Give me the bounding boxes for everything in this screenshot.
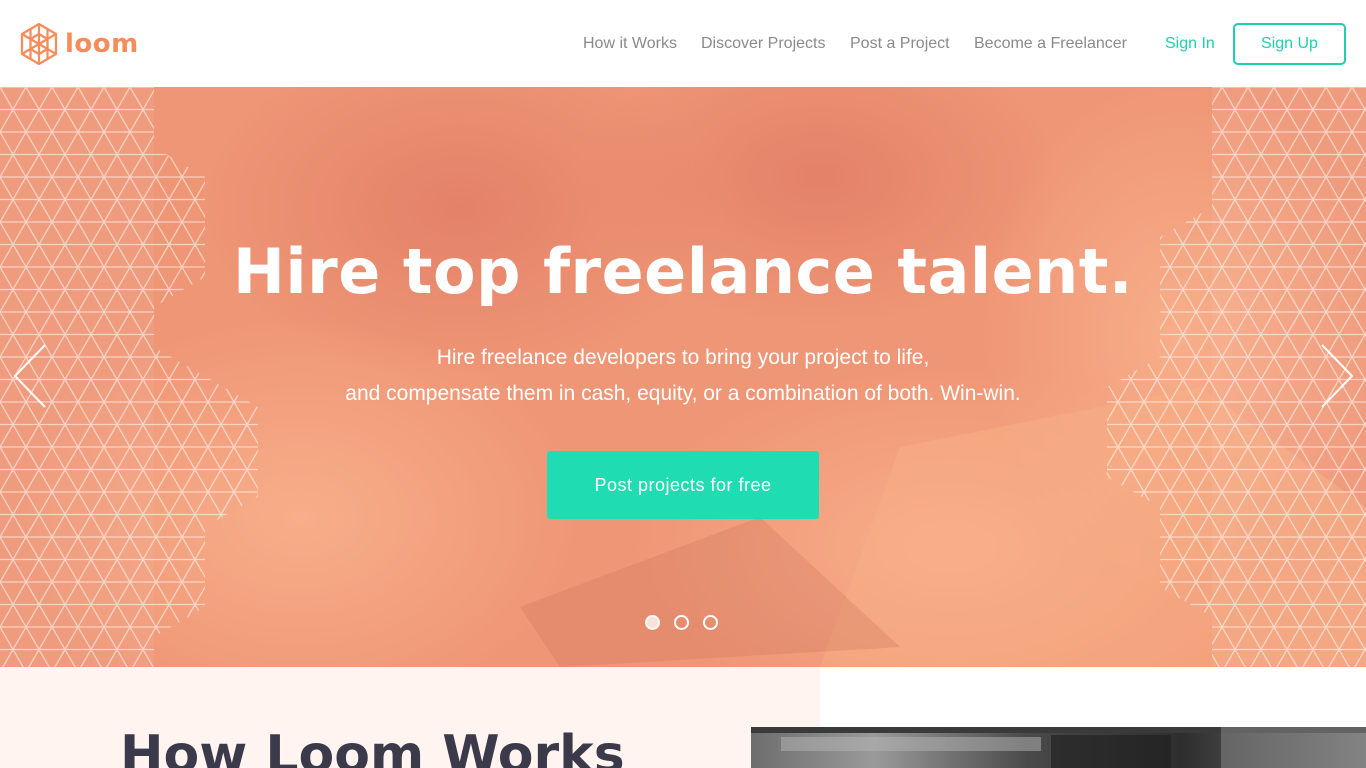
hexagon-lattice-logo-icon — [19, 23, 59, 65]
hero-carousel: Hire top freelance talent. Hire freelanc… — [0, 87, 1366, 667]
hero-subtitle-line-1: Hire freelance developers to bring your … — [436, 346, 930, 369]
hero-title: Hire top freelance talent. — [233, 235, 1133, 308]
nav-how-it-works[interactable]: How it Works — [583, 33, 677, 55]
carousel-next-button[interactable] — [1316, 343, 1356, 409]
carousel-dot-1[interactable] — [645, 615, 660, 630]
carousel-dot-3[interactable] — [703, 615, 718, 630]
sign-up-button[interactable]: Sign Up — [1233, 23, 1346, 65]
how-it-works-image — [751, 727, 1366, 768]
nav-become-a-freelancer[interactable]: Become a Freelancer — [974, 33, 1127, 55]
sign-in-link[interactable]: Sign In — [1165, 33, 1215, 55]
brand-wordmark: loom — [65, 29, 139, 59]
chevron-left-icon — [11, 343, 51, 409]
carousel-dot-2[interactable] — [674, 615, 689, 630]
chevron-right-icon — [1316, 343, 1356, 409]
carousel-prev-button[interactable] — [11, 343, 51, 409]
hero-subtitle-line-2: and compensate them in cash, equity, or … — [345, 382, 1021, 405]
how-it-works-title: How Loom Works — [120, 725, 625, 768]
nav-discover-projects[interactable]: Discover Projects — [701, 33, 825, 55]
site-header: loom How it Works Discover Projects Post… — [0, 0, 1366, 87]
brand-logo-link[interactable]: loom — [19, 23, 139, 65]
carousel-pagination — [645, 615, 732, 631]
post-projects-button[interactable]: Post projects for free — [547, 451, 819, 519]
how-it-works-section: How Loom Works — [0, 667, 820, 768]
hero-triangle-pattern — [0, 87, 1366, 667]
nav-post-a-project[interactable]: Post a Project — [850, 33, 950, 55]
